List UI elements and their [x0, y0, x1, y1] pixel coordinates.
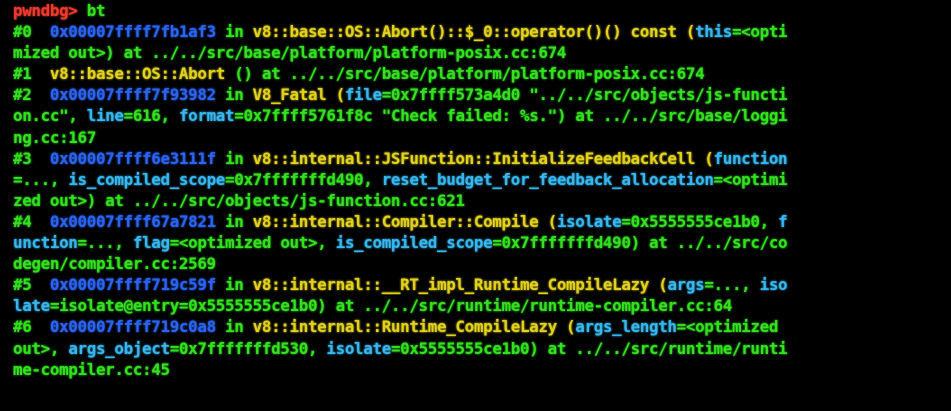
terminal-line: on.cc", line=616, format=0x7ffff5761f8c …	[13, 105, 951, 126]
backtrace-output: pwndbg> bt #0 0x00007ffff7fb1af3 in v8::b…	[13, 0, 951, 380]
terminal-line: me-compiler.cc:45	[13, 359, 951, 380]
terminal-text: =<opti	[731, 22, 788, 42]
argument-name: args	[667, 275, 705, 295]
argument-name: line	[86, 106, 124, 126]
terminal-text: =0x5555555ce1b0,	[621, 211, 779, 231]
terminal-line: #3 0x00007ffff6e3111f in v8::internal::J…	[13, 148, 951, 169]
argument-name: this	[695, 22, 732, 42]
function-name: v8::internal::Runtime_CompileLazy	[252, 317, 558, 337]
terminal-text: =...,	[13, 169, 69, 189]
function-name: (	[326, 85, 346, 105]
terminal-text: zed out>) at ../../src/objects/js-functi…	[13, 190, 465, 210]
function-name: v8::internal::Compiler::Compile	[252, 211, 539, 231]
terminal-text: =0x7fffffffd530,	[169, 338, 327, 358]
terminal-line: unction=..., flag=<optimized out>, is_co…	[13, 232, 951, 253]
terminal-text: in	[215, 211, 253, 231]
terminal-text: #2	[13, 85, 50, 105]
argument-name: format	[178, 106, 235, 126]
argument-name: isolate	[556, 211, 622, 231]
terminal-line: =..., is_compiled_scope=0x7fffffffd490, …	[13, 169, 951, 190]
terminal-text: #3	[13, 148, 50, 168]
function-name: (	[556, 317, 576, 337]
function-name: (	[695, 148, 714, 168]
terminal-line: mized out>) at ../../src/base/platform/p…	[13, 42, 951, 63]
terminal-text: =0x7fffffffd490,	[225, 169, 382, 189]
terminal-text: in	[215, 22, 253, 42]
terminal-text: in	[215, 148, 253, 168]
terminal-text: #6	[13, 317, 50, 337]
prompt-text: pwndbg>	[13, 1, 87, 20]
terminal-line: degen/compiler.cc:2569	[13, 253, 951, 274]
command-line: pwndbg> bt	[13, 0, 951, 21]
terminal-text: =0x7fffffffd490) at ../../src/co	[492, 233, 788, 253]
argument-name: is_compiled_scope	[335, 233, 493, 253]
function-name: (	[649, 275, 668, 295]
function-name: v8::internal::__RT_impl_Runtime_CompileL…	[252, 275, 650, 295]
argument-name: file	[344, 85, 382, 105]
terminal-text: =<optimi	[713, 169, 788, 189]
terminal-text: =...,	[704, 275, 760, 295]
terminal-text: #1	[13, 64, 50, 84]
terminal-line: #5 0x00007ffff719c59f in v8::internal::_…	[13, 274, 951, 295]
terminal-text: =0x5555555ce1b0) at ../../src/runtime/ru…	[390, 338, 788, 358]
terminal-text: in	[215, 85, 253, 105]
terminal-text: #0	[13, 22, 50, 42]
terminal-line: #6 0x00007ffff719c0a8 in v8::internal::R…	[13, 316, 951, 337]
argument-name: args_length	[575, 317, 677, 337]
terminal-line: late=isolate@entry=0x5555555ce1b0) at ..…	[13, 295, 951, 316]
terminal-text: mized out>) at ../../src/base/platform/p…	[13, 43, 567, 63]
argument-name: isolate	[326, 338, 391, 358]
frame-address: 0x00007ffff719c59f	[49, 275, 216, 295]
terminal-text: =0x7ffff573a4d0 "../../src/objects/js-fu…	[381, 85, 788, 105]
argument-name: unction	[13, 233, 78, 253]
terminal-text: =...,	[77, 233, 133, 253]
terminal-line: zed out>) at ../../src/objects/js-functi…	[13, 190, 951, 211]
argument-name: late	[13, 296, 50, 316]
terminal-line: out>, args_object=0x7fffffffd530, isolat…	[13, 338, 951, 359]
terminal-text: () at ../../src/base/platform/platform-p…	[225, 64, 705, 84]
terminal-text: me-compiler.cc:45	[13, 359, 170, 379]
terminal-line: #4 0x00007ffff67a7821 in v8::internal::C…	[13, 211, 951, 232]
function-name: V8_Fatal	[252, 85, 327, 105]
terminal-text: =isolate@entry=0x5555555ce1b0) at ../../…	[49, 296, 732, 316]
frame-address: 0x00007ffff7f93982	[49, 85, 216, 105]
terminal-text: =<optimized out>,	[169, 233, 336, 253]
terminal-text: #4	[13, 211, 50, 231]
argument-name: function	[713, 148, 788, 168]
frame-address: 0x00007ffff7fb1af3	[49, 22, 216, 42]
function-name: v8::base::OS::Abort()::$_0::operator()()…	[252, 22, 677, 42]
argument-name: args_object	[68, 338, 170, 358]
argument-name: is_compiled_scope	[68, 169, 226, 189]
terminal-text: bt	[86, 1, 106, 20]
terminal-window[interactable]: pwndbg> bt #0 0x00007ffff7fb1af3 in v8::b…	[0, 0, 951, 411]
frame-address: 0x00007ffff719c0a8	[49, 317, 216, 337]
argument-name: f	[778, 211, 788, 231]
argument-name: iso	[759, 275, 788, 295]
terminal-text: in	[215, 317, 253, 337]
terminal-text: #5	[13, 275, 50, 295]
argument-name: reset_budget_for_feedback_allocation	[381, 169, 714, 189]
argument-name: flag	[132, 233, 170, 253]
terminal-text: =616,	[123, 106, 179, 126]
terminal-text: =0x7ffff5761f8c "Check failed: %s.") at …	[234, 106, 788, 126]
terminal-line: ng.cc:167	[13, 127, 951, 148]
terminal-text: out>,	[13, 338, 69, 358]
terminal-text: degen/compiler.cc:2569	[13, 254, 216, 274]
terminal-line: #0 0x00007ffff7fb1af3 in v8::base::OS::A…	[13, 21, 951, 42]
terminal-text: in	[215, 275, 253, 295]
function-name: v8::base::OS::Abort	[49, 64, 225, 84]
terminal-text: =<optimized	[676, 317, 779, 337]
frame-address: 0x00007ffff67a7821	[49, 211, 216, 231]
terminal-line: #2 0x00007ffff7f93982 in V8_Fatal (file=…	[13, 84, 951, 105]
frame-address: 0x00007ffff6e3111f	[49, 148, 216, 168]
function-name: v8::internal::JSFunction::InitializeFeed…	[252, 148, 696, 168]
terminal-text: ng.cc:167	[13, 127, 96, 147]
function-name: (	[676, 22, 696, 42]
terminal-text: on.cc",	[13, 106, 87, 126]
function-name: (	[538, 211, 558, 231]
terminal-line: #1 v8::base::OS::Abort () at ../../src/b…	[13, 63, 951, 84]
